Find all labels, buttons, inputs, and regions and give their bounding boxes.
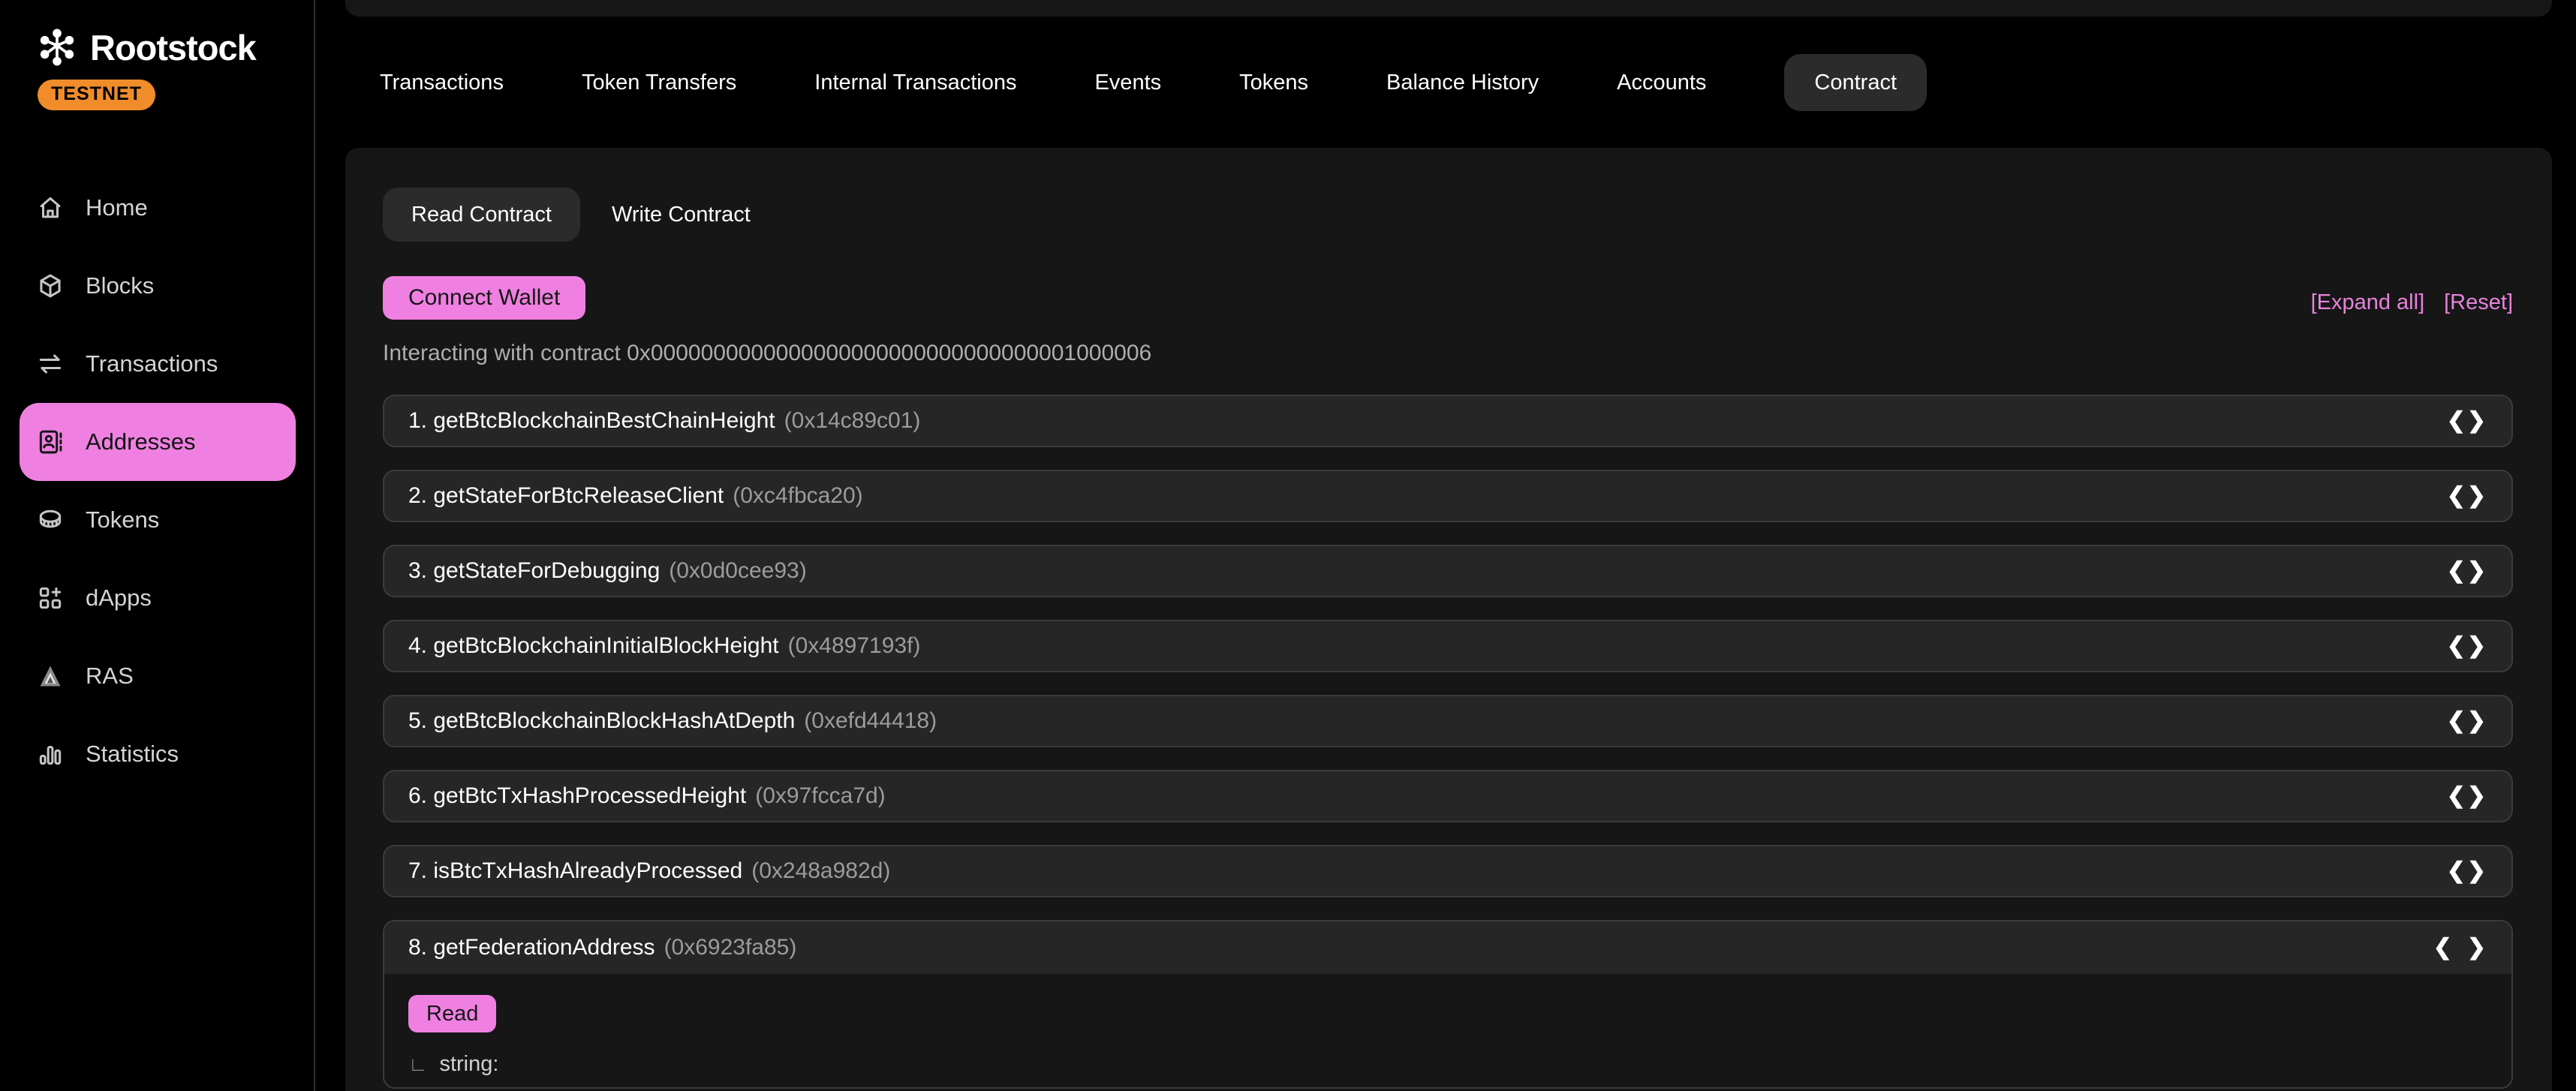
- function-selector: (0x14c89c01): [784, 408, 921, 434]
- home-icon: [36, 194, 65, 222]
- sidebar-item-blocks[interactable]: Blocks: [0, 247, 314, 325]
- content-area: Transactions Token Transfers Internal Tran…: [317, 0, 2576, 1091]
- function-selector: (0xefd44418): [804, 708, 937, 734]
- function-name: 5. getBtcBlockchainBlockHashAtDepth: [408, 708, 795, 734]
- addresses-icon: [36, 428, 65, 456]
- function-name: 3. getStateForDebugging: [408, 558, 660, 584]
- sidebar-item-label: Blocks: [86, 272, 154, 299]
- tab-internal-transactions[interactable]: Internal Transactions: [814, 71, 1016, 95]
- output-corner-glyph: ∟: [408, 1053, 427, 1076]
- function-row-header[interactable]: 5. getBtcBlockchainBlockHashAtDepth (0xef…: [383, 695, 2513, 747]
- code-brackets-icon[interactable]: ❮❯: [2447, 635, 2486, 657]
- dapps-icon: [36, 584, 65, 612]
- tokens-icon: [36, 506, 65, 534]
- output-type-label: string:: [439, 1052, 498, 1077]
- output-line: ∟ string:: [408, 1052, 2486, 1077]
- sidebar-item-label: Tokens: [86, 506, 159, 533]
- function-body: Read ∟ string:: [384, 974, 2511, 1087]
- tab-transactions[interactable]: Transactions: [380, 71, 504, 95]
- address-tab-bar: Transactions Token Transfers Internal Tran…: [380, 54, 1927, 111]
- transactions-icon: [36, 350, 65, 378]
- sidebar-menu: Home Blocks Transactions Addresses Tokens dAp…: [0, 169, 314, 793]
- function-row-header[interactable]: 3. getStateForDebugging (0x0d0cee93) ❮❯: [383, 545, 2513, 597]
- tab-contract[interactable]: Contract: [1784, 54, 1927, 111]
- function-name: 1. getBtcBlockchainBestChainHeight: [408, 408, 775, 434]
- sidebar-item-home[interactable]: Home: [0, 169, 314, 247]
- tab-accounts[interactable]: Accounts: [1617, 71, 1706, 95]
- contract-panel: Read Contract Write Contract Connect Wall…: [345, 148, 2552, 1091]
- function-name: 8. getFederationAddress: [408, 935, 655, 960]
- tab-read-contract[interactable]: Read Contract: [383, 188, 580, 242]
- function-selector: (0x97fcca7d): [755, 783, 885, 809]
- actions-row: Connect Wallet [Expand all] [Reset]: [383, 276, 2513, 320]
- function-row-expanded: 8. getFederationAddress (0x6923fa85) ❮❯ Rea…: [383, 920, 2513, 1089]
- tab-balance-history[interactable]: Balance History: [1386, 71, 1539, 95]
- code-brackets-icon[interactable]: ❮❯: [2447, 710, 2486, 732]
- sidebar-item-label: RAS: [86, 663, 134, 690]
- function-list: 1. getBtcBlockchainBestChainHeight (0x14c…: [383, 395, 2513, 1089]
- header-remnant: [345, 0, 2552, 17]
- sidebar-item-label: Transactions: [86, 350, 218, 377]
- function-row-header[interactable]: 4. getBtcBlockchainInitialBlockHeight (0x…: [383, 620, 2513, 672]
- ras-icon: [36, 662, 65, 690]
- tab-token-transfers[interactable]: Token Transfers: [582, 71, 736, 95]
- tab-events[interactable]: Events: [1094, 71, 1161, 95]
- reset-link[interactable]: [Reset]: [2444, 290, 2513, 315]
- code-brackets-icon[interactable]: ❮❯: [2447, 485, 2486, 507]
- function-selector: (0x0d0cee93): [669, 558, 806, 584]
- interacting-with-contract-text: Interacting with contract 0x000000000000…: [383, 341, 2513, 366]
- app-root: Rootstock TESTNET Home Blocks Transactions…: [0, 0, 2576, 1091]
- tab-write-contract[interactable]: Write Contract: [612, 203, 751, 227]
- code-brackets-icon[interactable]: ❮❯: [2447, 860, 2486, 882]
- code-brackets-icon[interactable]: ❮❯: [2447, 560, 2486, 582]
- sidebar-item-label: Addresses: [86, 428, 195, 455]
- statistics-icon: [36, 740, 65, 768]
- sidebar: Rootstock TESTNET Home Blocks Transactions…: [0, 0, 315, 1091]
- sidebar-item-label: Home: [86, 194, 148, 221]
- function-name: 6. getBtcTxHashProcessedHeight: [408, 783, 746, 809]
- contract-view-tabs: Read Contract Write Contract: [383, 188, 2513, 242]
- sidebar-item-addresses[interactable]: Addresses: [20, 403, 296, 481]
- sidebar-item-transactions[interactable]: Transactions: [0, 325, 314, 403]
- code-brackets-icon[interactable]: ❮❯: [2447, 785, 2486, 807]
- sidebar-item-tokens[interactable]: Tokens: [0, 481, 314, 559]
- sidebar-item-label: dApps: [86, 585, 152, 612]
- function-selector: (0x6923fa85): [664, 935, 797, 960]
- function-name: 2. getStateForBtcReleaseClient: [408, 483, 724, 509]
- sidebar-item-statistics[interactable]: Statistics: [0, 715, 314, 793]
- brand-block[interactable]: Rootstock TESTNET: [0, 0, 314, 110]
- expand-all-link[interactable]: [Expand all]: [2311, 290, 2425, 315]
- function-row-header[interactable]: 8. getFederationAddress (0x6923fa85) ❮❯: [384, 921, 2511, 974]
- function-selector: (0xc4fbca20): [733, 483, 862, 509]
- function-selector: (0x4897193f): [788, 633, 921, 659]
- function-row-header[interactable]: 2. getStateForBtcReleaseClient (0xc4fbca2…: [383, 470, 2513, 522]
- code-brackets-icon[interactable]: ❮❯: [2433, 936, 2486, 959]
- function-row-header[interactable]: 6. getBtcTxHashProcessedHeight (0x97fcca7…: [383, 770, 2513, 822]
- code-brackets-icon[interactable]: ❮❯: [2447, 410, 2486, 432]
- function-name: 4. getBtcBlockchainInitialBlockHeight: [408, 633, 779, 659]
- panel-links: [Expand all] [Reset]: [2311, 290, 2513, 320]
- testnet-badge: TESTNET: [38, 80, 155, 110]
- function-row-header[interactable]: 1. getBtcBlockchainBestChainHeight (0x14c…: [383, 395, 2513, 447]
- brand-name: Rootstock: [90, 27, 256, 68]
- sidebar-item-ras[interactable]: RAS: [0, 637, 314, 715]
- rootstock-logo-icon: [36, 26, 78, 69]
- tab-tokens[interactable]: Tokens: [1239, 71, 1308, 95]
- function-name: 7. isBtcTxHashAlreadyProcessed: [408, 858, 742, 884]
- sidebar-item-label: Statistics: [86, 741, 179, 768]
- read-button[interactable]: Read: [408, 995, 496, 1032]
- sidebar-item-dapps[interactable]: dApps: [0, 559, 314, 637]
- function-selector: (0x248a982d): [751, 858, 890, 884]
- function-row-header[interactable]: 7. isBtcTxHashAlreadyProcessed (0x248a982…: [383, 845, 2513, 897]
- blocks-icon: [36, 272, 65, 300]
- connect-wallet-button[interactable]: Connect Wallet: [383, 276, 585, 320]
